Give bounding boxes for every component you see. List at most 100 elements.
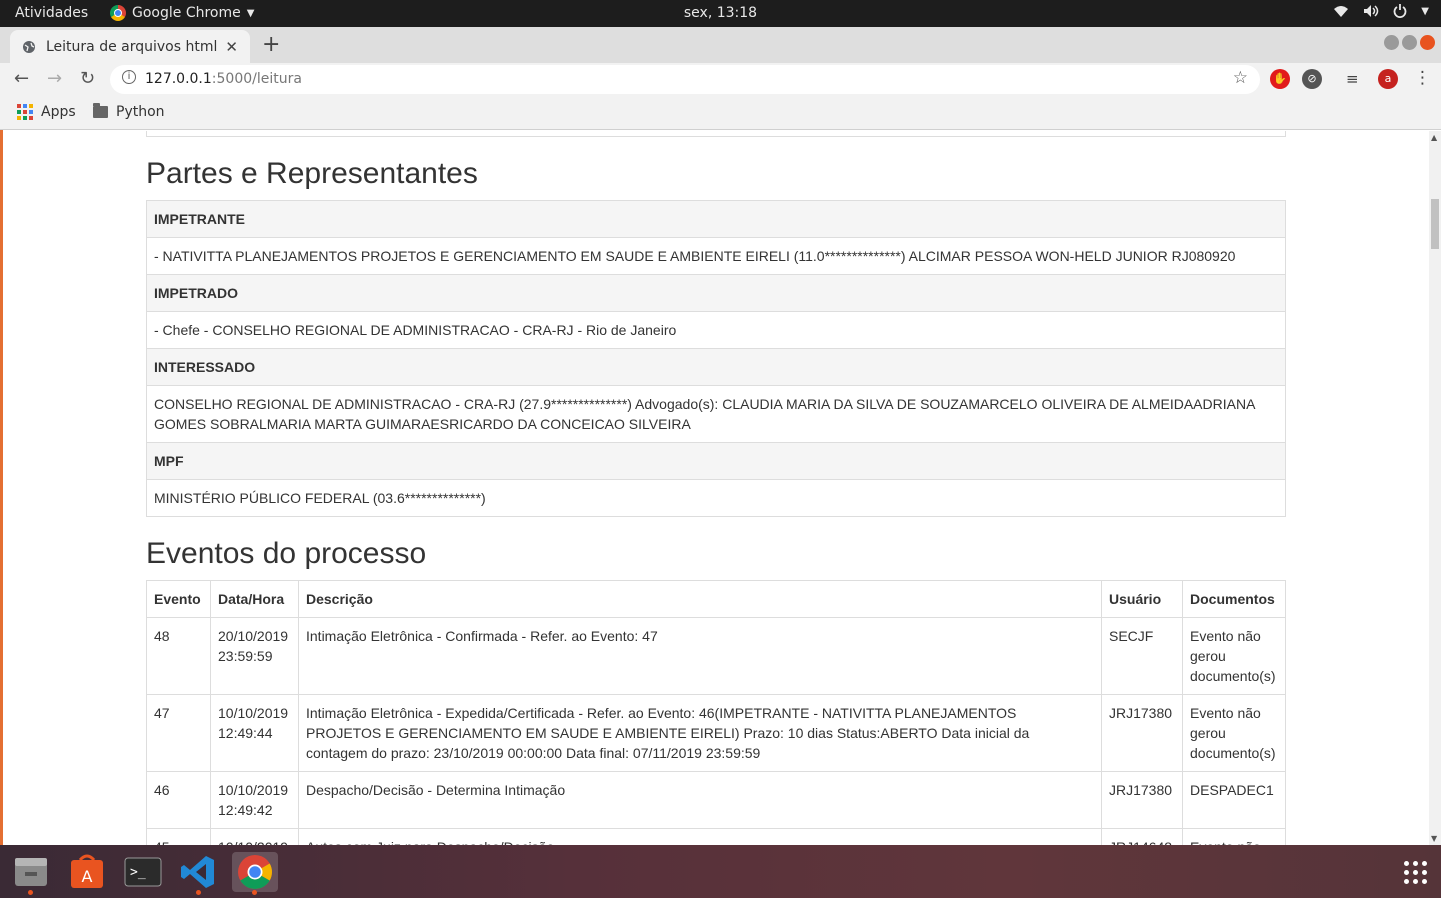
event-description: Intimação Eletrônica - Confirmada - Refe… <box>298 617 1102 695</box>
bookmarks-bar: Apps Python <box>0 96 1441 130</box>
party-detail-row: CONSELHO REGIONAL DE ADMINISTRACAO - CRA… <box>146 385 1286 443</box>
scroll-down-arrow-icon[interactable]: ▼ <box>1431 834 1437 843</box>
tab-close-icon[interactable]: ✕ <box>225 38 238 56</box>
column-header: Descrição <box>298 580 1102 618</box>
event-number: 47 <box>146 694 211 772</box>
scroll-up-arrow-icon[interactable]: ▲ <box>1431 133 1437 142</box>
activities-button[interactable]: Atividades <box>15 5 88 21</box>
party-role-row: MPF <box>146 442 1286 480</box>
events-heading: Eventos do processo <box>146 537 427 570</box>
page-globe-icon <box>23 40 35 53</box>
maximize-button[interactable] <box>1402 35 1417 50</box>
parties-table: IMPETRANTE - NATIVITTA PLANEJAMENTOS PRO… <box>146 200 1286 517</box>
party-detail-row: MINISTÉRIO PÚBLICO FEDERAL (03.6********… <box>146 479 1286 517</box>
party-detail-row: - Chefe - CONSELHO REGIONAL DE ADMINISTR… <box>146 311 1286 349</box>
party-role: MPF <box>146 442 1286 480</box>
running-indicator <box>196 890 201 895</box>
adblock-extension-icon[interactable]: ✋ <box>1270 69 1290 89</box>
event-number: 48 <box>146 617 211 695</box>
power-icon <box>1393 4 1407 18</box>
svg-text:>_: >_ <box>130 865 146 880</box>
apps-grid-icon <box>17 104 33 120</box>
previous-table-edge <box>146 131 1286 137</box>
column-header: Evento <box>146 580 211 618</box>
events-header-row: Evento Data/Hora Descrição Usuário Docum… <box>146 580 1286 618</box>
new-tab-button[interactable]: + <box>262 32 280 57</box>
close-window-button[interactable] <box>1420 35 1435 50</box>
page-scrollbar[interactable]: ▲ ▼ <box>1429 131 1441 845</box>
system-tray[interactable]: ▼ <box>1333 4 1429 18</box>
more-menu-icon[interactable]: ⋮ <box>1414 68 1431 88</box>
page-content: Partes e Representantes IMPETRANTE - NAT… <box>3 131 1429 845</box>
bookmark-label: Python <box>116 104 165 120</box>
event-user: JRJ17380 <box>1101 694 1183 772</box>
column-header: Data/Hora <box>210 580 299 618</box>
event-documents: Evento não gerou documento(s) <box>1182 694 1286 772</box>
table-row: 46 10/10/2019 12:49:42 Despacho/Decisão … <box>146 771 1286 829</box>
minimize-button[interactable] <box>1384 35 1399 50</box>
vscode-icon <box>181 856 214 888</box>
party-role-row: IMPETRANTE <box>146 200 1286 238</box>
running-indicator <box>252 890 257 895</box>
vscode-launcher[interactable] <box>176 852 222 895</box>
party-role-row: INTERESSADO <box>146 348 1286 386</box>
bookmark-label: Apps <box>41 104 76 120</box>
dock: A >_ <box>0 845 1441 898</box>
wifi-icon <box>1334 6 1349 17</box>
event-documents: Evento não <box>1182 828 1286 845</box>
event-description: Intimação Eletrônica - Expedida/Certific… <box>298 694 1102 772</box>
caret-down-icon: ▼ <box>246 7 255 19</box>
back-button[interactable]: ← <box>14 68 29 89</box>
running-indicator <box>28 890 33 895</box>
table-row: 45 10/10/2019 Autos com Juiz para Despac… <box>146 828 1286 845</box>
chrome-launcher[interactable] <box>232 852 278 895</box>
terminal-launcher[interactable]: >_ <box>120 852 166 892</box>
table-row: 48 20/10/2019 23:59:59 Intimação Eletrôn… <box>146 617 1286 695</box>
files-launcher[interactable] <box>8 852 54 895</box>
extension-icon[interactable]: ⊘ <box>1302 69 1322 89</box>
terminal-icon: >_ <box>124 857 162 887</box>
chrome-icon <box>238 855 272 889</box>
event-documents: Evento não gerou documento(s) <box>1182 617 1286 695</box>
files-icon <box>15 858 47 886</box>
bookmark-apps[interactable]: Apps <box>17 104 76 120</box>
window-controls <box>1384 35 1435 50</box>
profile-avatar[interactable]: a <box>1378 69 1398 89</box>
software-center-icon: A <box>71 854 103 888</box>
volume-icon <box>1364 5 1379 17</box>
column-header: Usuário <box>1101 580 1183 618</box>
software-center-launcher[interactable]: A <box>64 852 110 892</box>
browser-toolbar: ← → ↻ i 127.0.0.1:5000/leitura ☆ ✋ ⊘ ≡ a… <box>0 63 1441 96</box>
browser-tab[interactable]: Leitura de arquivos html ✕ <box>10 30 250 63</box>
bookmark-star-icon[interactable]: ☆ <box>1233 68 1248 88</box>
address-bar[interactable]: i 127.0.0.1:5000/leitura ☆ <box>110 65 1260 94</box>
media-control-icon[interactable]: ≡ <box>1346 70 1359 88</box>
app-menu[interactable]: Google Chrome ▼ <box>110 5 254 21</box>
show-applications-icon[interactable] <box>1404 861 1427 884</box>
event-number: 45 <box>146 828 211 845</box>
scrollbar-thumb[interactable] <box>1431 199 1439 249</box>
party-role: INTERESSADO <box>146 348 1286 386</box>
party-detail: MINISTÉRIO PÚBLICO FEDERAL (03.6********… <box>146 479 1286 517</box>
app-menu-label: Google Chrome <box>132 5 241 21</box>
event-datetime: 10/10/2019 <box>210 828 299 845</box>
party-detail: - Chefe - CONSELHO REGIONAL DE ADMINISTR… <box>146 311 1286 349</box>
event-documents[interactable]: DESPADEC1 <box>1182 771 1286 829</box>
tab-strip: Leitura de arquivos html ✕ + <box>0 27 1441 63</box>
party-role: IMPETRADO <box>146 274 1286 312</box>
party-role: IMPETRANTE <box>146 200 1286 238</box>
system-top-bar: Atividades Google Chrome ▼ sex, 13:18 ▼ <box>0 0 1441 27</box>
site-info-icon[interactable]: i <box>122 70 136 84</box>
bookmark-python-folder[interactable]: Python <box>93 103 165 120</box>
party-detail-row: - NATIVITTA PLANEJAMENTOS PROJETOS E GER… <box>146 237 1286 275</box>
reload-button[interactable]: ↻ <box>80 68 95 89</box>
party-detail: CONSELHO REGIONAL DE ADMINISTRACAO - CRA… <box>146 385 1286 443</box>
forward-button[interactable]: → <box>47 68 62 89</box>
events-table: Evento Data/Hora Descrição Usuário Docum… <box>146 580 1286 845</box>
url-text[interactable]: 127.0.0.1:5000/leitura <box>145 71 302 87</box>
table-row: 47 10/10/2019 12:49:44 Intimação Eletrôn… <box>146 694 1286 772</box>
event-user: SECJF <box>1101 617 1183 695</box>
parties-heading: Partes e Representantes <box>146 157 478 190</box>
chrome-icon <box>110 5 126 21</box>
svg-text:A: A <box>82 867 93 886</box>
